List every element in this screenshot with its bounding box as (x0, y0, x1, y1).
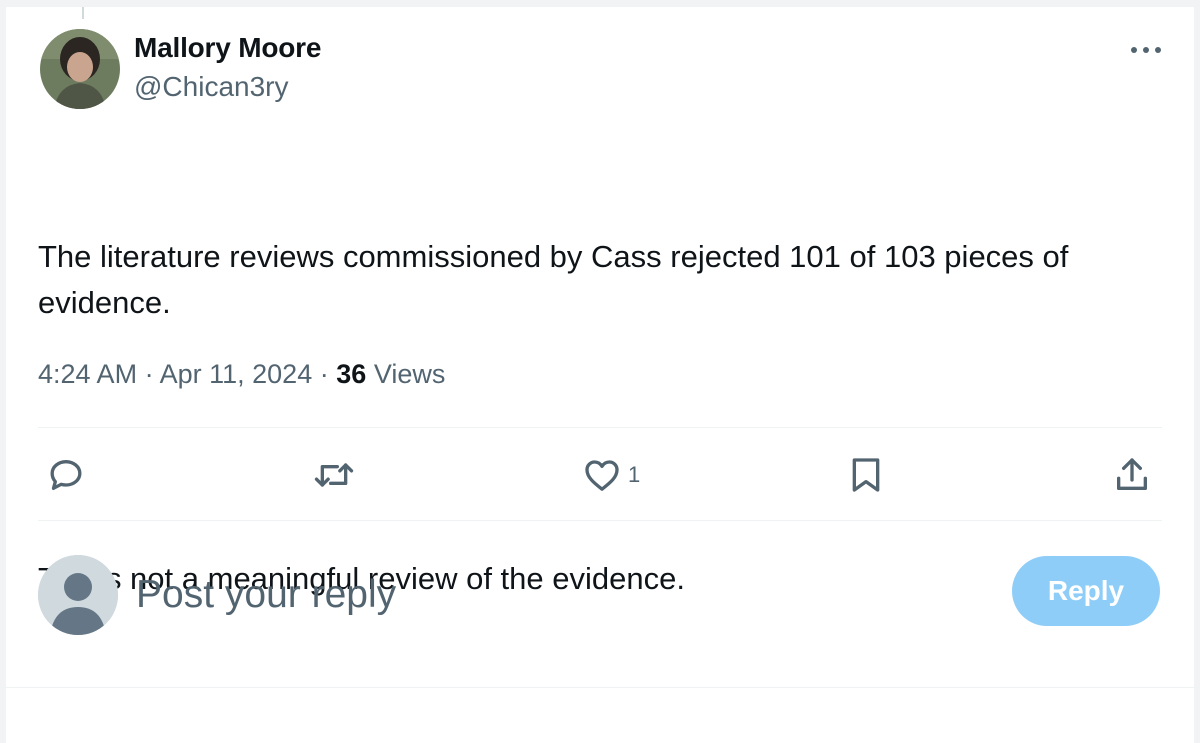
meta-separator: · (144, 359, 154, 389)
meta-separator: · (319, 359, 329, 389)
author-avatar[interactable] (40, 29, 120, 109)
heart-icon (582, 455, 622, 495)
views-label: Views (373, 359, 446, 389)
post-text-paragraph-1: The literature reviews commissioned by C… (38, 239, 1078, 320)
like-count: 1 (628, 462, 641, 487)
current-user-avatar (38, 555, 118, 635)
reply-action-button[interactable] (46, 455, 86, 495)
divider (38, 520, 1162, 521)
share-action-button[interactable] (1112, 455, 1152, 495)
repost-arrows-icon (312, 455, 356, 495)
more-options-icon[interactable] (1126, 39, 1166, 61)
speech-bubble-icon (46, 455, 86, 495)
post-metadata: 4:24 AM · Apr 11, 2024 · 36 Views (38, 359, 445, 390)
reply-button[interactable]: Reply (1012, 556, 1160, 626)
divider (38, 427, 1162, 428)
repost-action-button[interactable] (312, 455, 356, 495)
divider (6, 687, 1194, 688)
like-action-button[interactable]: 1 (582, 455, 640, 495)
post-card: Mallory Moore @Chican3ry The literature … (6, 6, 1194, 743)
bookmark-icon (848, 455, 884, 495)
thread-connector-line (82, 7, 84, 19)
post-date[interactable]: Apr 11, 2024 (160, 359, 313, 389)
author-name[interactable]: Mallory Moore (134, 32, 321, 64)
reply-input[interactable] (136, 567, 976, 623)
author-handle[interactable]: @Chican3ry (134, 71, 288, 103)
bookmark-action-button[interactable] (848, 455, 884, 495)
post-time[interactable]: 4:24 AM (38, 359, 137, 389)
share-upload-icon (1112, 455, 1152, 495)
views-count: 36 (336, 359, 367, 389)
